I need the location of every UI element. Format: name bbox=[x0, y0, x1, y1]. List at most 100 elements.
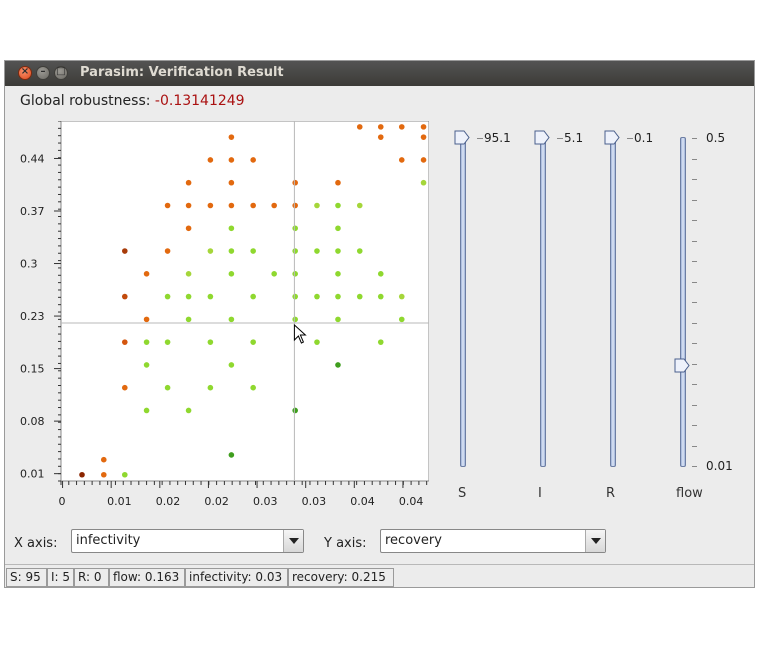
data-point bbox=[79, 471, 85, 478]
data-point bbox=[356, 202, 363, 209]
x-axis-select[interactable]: infectivity bbox=[71, 529, 304, 553]
y-tick-label: 0.37 bbox=[20, 205, 45, 218]
slider-s-track[interactable] bbox=[460, 137, 466, 467]
data-point bbox=[228, 225, 235, 232]
status-infectivity: infectivity: 0.03 bbox=[185, 568, 288, 587]
slider-flow-track[interactable] bbox=[680, 137, 686, 467]
x-axis-dropdown-button[interactable] bbox=[283, 530, 303, 552]
data-point bbox=[292, 271, 298, 277]
y-tick-label: 0.01 bbox=[20, 468, 45, 481]
slider-flow-tick bbox=[692, 343, 697, 344]
data-point bbox=[356, 248, 363, 254]
slider-s-thumb[interactable] bbox=[454, 130, 470, 145]
robustness-scatter-plot[interactable]: 0.01 0.08 0.15 0.23 0.3 0.37 0.44 0 0.01 0.02 0.0… bbox=[16, 121, 429, 511]
slider-r-track[interactable] bbox=[610, 137, 616, 467]
data-point bbox=[207, 339, 214, 345]
slider-flow-tick bbox=[692, 322, 697, 324]
status-bar: S: 95 I: 5 R: 0 flow: 0.163 infectivity:… bbox=[5, 564, 754, 589]
slider-flow-tick bbox=[692, 199, 697, 201]
slider-flow-tick bbox=[692, 363, 697, 365]
global-robustness: Global robustness: -0.13141249 bbox=[20, 93, 245, 109]
data-point bbox=[185, 225, 192, 232]
slider-i-thumb[interactable] bbox=[534, 130, 550, 145]
data-point bbox=[164, 339, 171, 345]
slider-i[interactable]: 5.1 bbox=[534, 127, 620, 472]
slider-r[interactable]: 0.1 bbox=[604, 127, 690, 472]
x-tick-label: 0.01 bbox=[107, 495, 132, 508]
slider-r-thumb[interactable] bbox=[604, 130, 620, 145]
slider-i-value: 5.1 bbox=[564, 131, 584, 145]
close-window-button[interactable]: × bbox=[18, 66, 32, 80]
slider-flow-tick bbox=[692, 445, 697, 447]
data-point bbox=[121, 293, 128, 300]
data-point bbox=[228, 134, 235, 140]
data-point bbox=[420, 179, 427, 186]
slider-r-name: R bbox=[606, 486, 616, 501]
status-i: I: 5 bbox=[47, 568, 74, 587]
slider-flow-name: flow bbox=[676, 486, 703, 501]
slider-flow[interactable]: 0.5 0.01 bbox=[674, 127, 758, 473]
data-point bbox=[143, 316, 150, 323]
data-point bbox=[228, 362, 235, 368]
status-s: S: 95 bbox=[6, 568, 47, 587]
data-point bbox=[143, 407, 150, 414]
data-point bbox=[420, 134, 427, 140]
data-point bbox=[250, 248, 256, 254]
global-robustness-value: -0.13141249 bbox=[154, 93, 245, 109]
data-point bbox=[250, 202, 256, 209]
x-tick-label: 0.03 bbox=[302, 495, 327, 508]
slider-flow-tick bbox=[692, 302, 697, 303]
slider-flow-tick bbox=[692, 158, 697, 160]
close-icon: × bbox=[20, 66, 30, 77]
slider-flow-tick bbox=[692, 404, 697, 406]
minimize-window-button[interactable]: – bbox=[36, 66, 50, 80]
minimize-icon: – bbox=[40, 66, 46, 77]
slider-flow-max: 0.5 bbox=[706, 131, 726, 145]
data-point bbox=[121, 471, 128, 478]
y-tick-label: 0.44 bbox=[20, 152, 45, 165]
slider-flow-min: 0.01 bbox=[706, 459, 733, 473]
maximize-window-button[interactable]: □ bbox=[54, 66, 68, 80]
status-r: R: 0 bbox=[74, 568, 109, 587]
x-axis: 0 0.01 0.02 0.02 0.03 0.03 0.04 0.04 bbox=[59, 481, 428, 508]
maximize-icon: □ bbox=[56, 66, 66, 77]
slider-s-top-tick bbox=[477, 138, 483, 139]
data-point bbox=[228, 452, 235, 458]
slider-s[interactable]: 95.1 bbox=[454, 127, 540, 472]
data-point bbox=[335, 248, 341, 254]
y-axis-select[interactable]: recovery bbox=[380, 529, 606, 553]
data-point bbox=[420, 157, 427, 163]
slider-s-name: S bbox=[458, 486, 467, 501]
data-point bbox=[377, 124, 384, 130]
data-point bbox=[143, 339, 150, 345]
title-bar[interactable]: × – □ Parasim: Verification Result bbox=[5, 61, 754, 86]
x-tick-label: 0 bbox=[59, 495, 66, 508]
data-point bbox=[228, 202, 235, 209]
y-tick-label: 0.23 bbox=[20, 310, 45, 323]
y-tick-label: 0.08 bbox=[20, 415, 45, 428]
x-tick-label: 0.04 bbox=[350, 495, 375, 508]
data-point bbox=[335, 225, 341, 232]
data-point bbox=[207, 202, 214, 209]
x-axis-select-value: infectivity bbox=[76, 533, 141, 548]
data-point bbox=[250, 339, 256, 345]
data-point bbox=[207, 384, 214, 391]
data-point bbox=[377, 134, 384, 140]
data-point bbox=[100, 456, 107, 463]
status-flow: flow: 0.163 bbox=[109, 568, 185, 587]
plot-area[interactable] bbox=[60, 121, 429, 482]
data-point bbox=[356, 293, 363, 300]
data-point bbox=[185, 202, 192, 209]
x-tick-label: 0.02 bbox=[204, 495, 229, 508]
slider-flow-tick bbox=[692, 179, 697, 180]
slider-flow-tick bbox=[692, 281, 697, 283]
data-point bbox=[398, 157, 405, 163]
slider-flow-tick bbox=[692, 384, 697, 385]
global-robustness-label: Global robustness: bbox=[20, 93, 151, 109]
verification-result-window: × – □ Parasim: Verification Result Globa… bbox=[4, 60, 755, 588]
y-axis-select-value: recovery bbox=[385, 533, 442, 548]
slider-i-track[interactable] bbox=[540, 137, 546, 467]
data-point bbox=[228, 179, 235, 186]
y-axis-dropdown-button[interactable] bbox=[585, 530, 605, 552]
slider-flow-thumb[interactable] bbox=[674, 358, 690, 373]
